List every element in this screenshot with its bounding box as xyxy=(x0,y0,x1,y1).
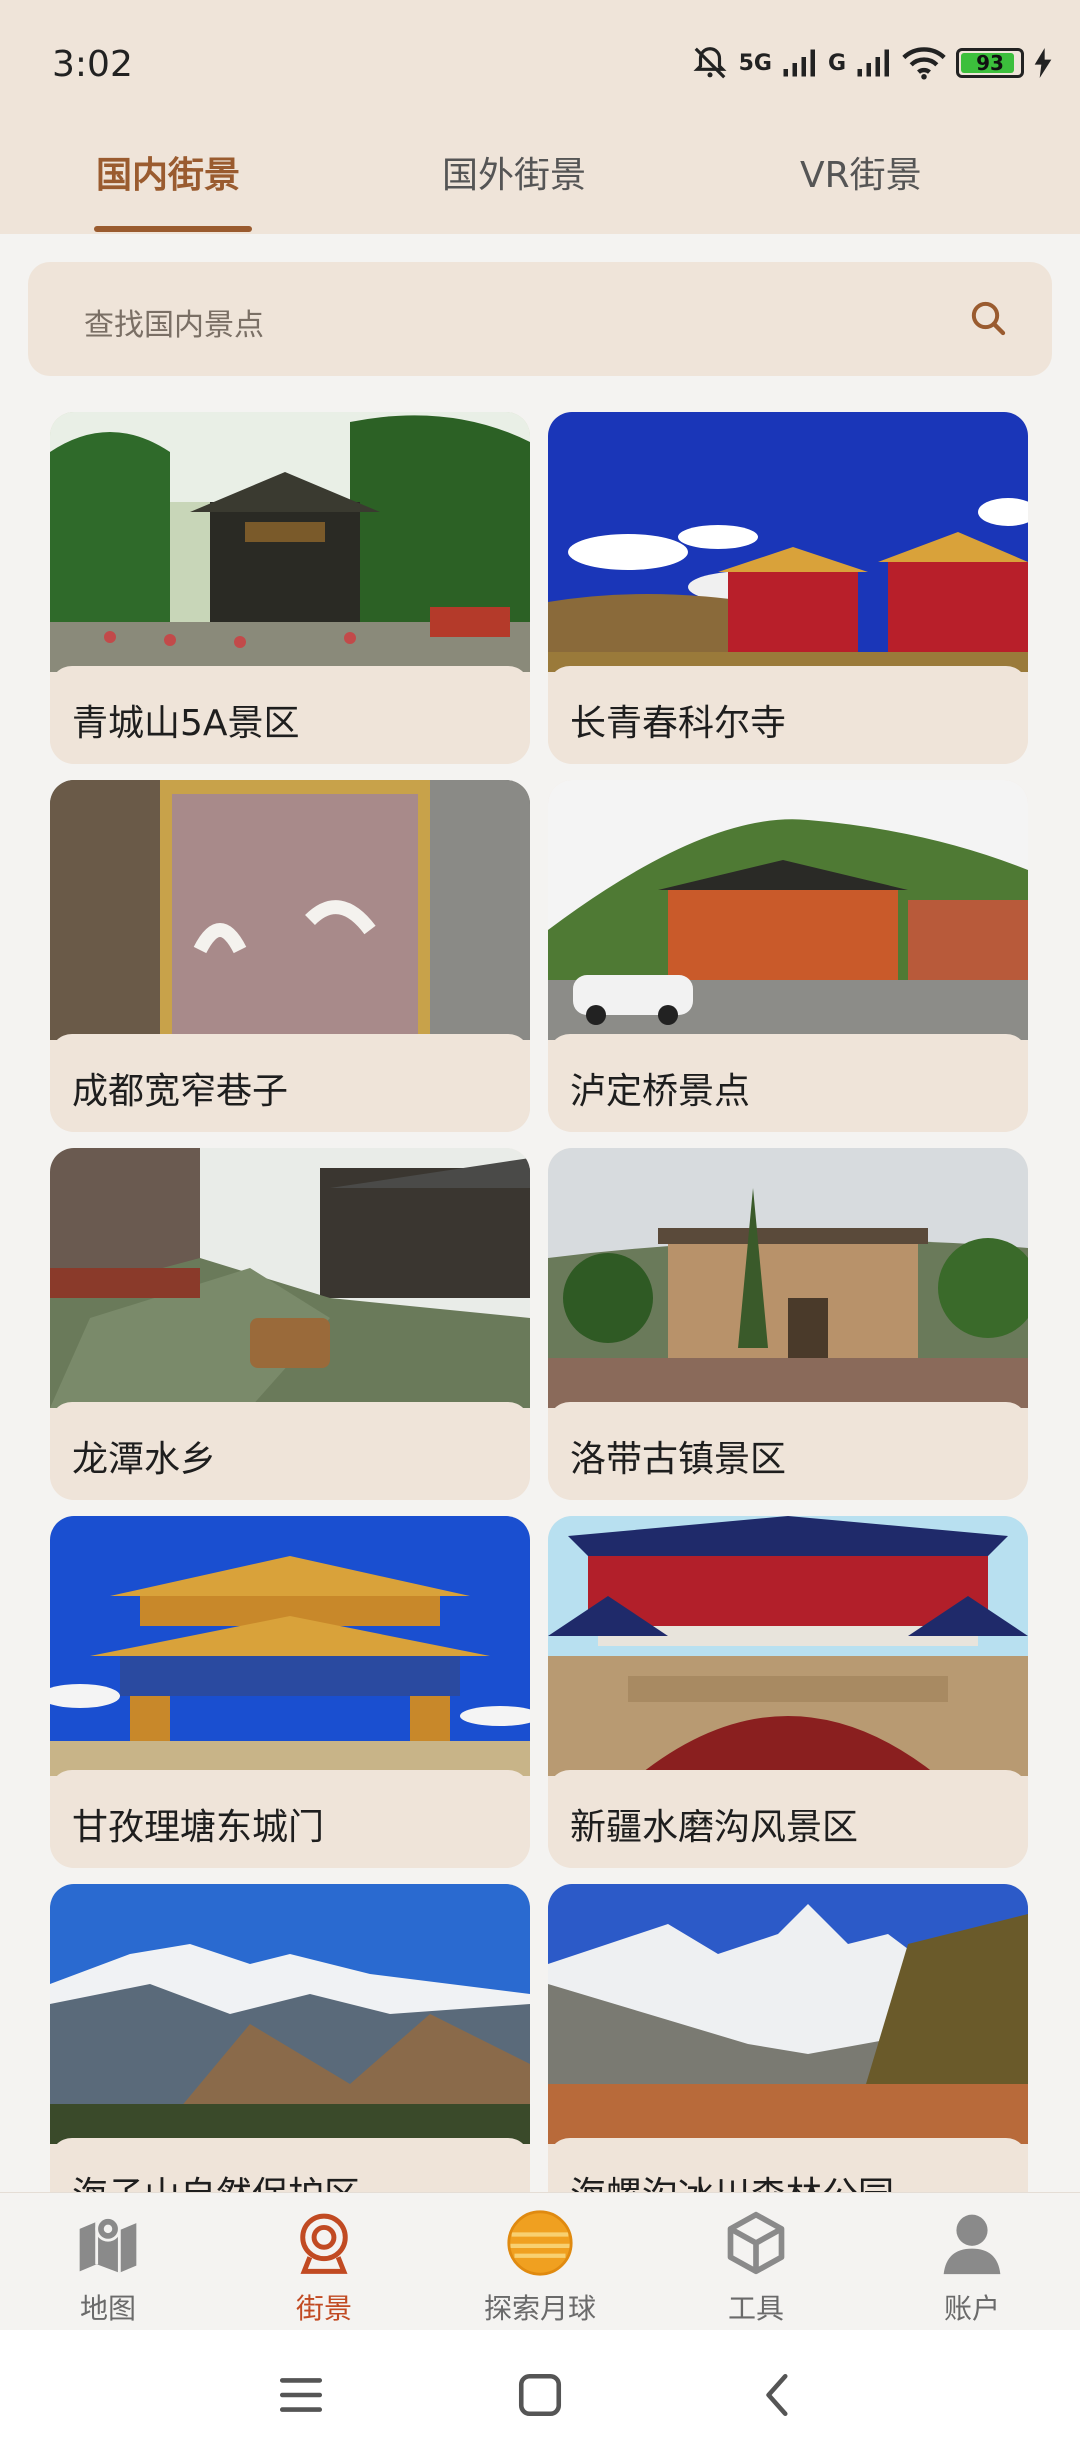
map-icon xyxy=(79,2216,137,2273)
tab-bar: 国内街景 国外街景 VR街景 xyxy=(0,128,1080,234)
scenic-photo xyxy=(548,1148,1028,1408)
scenic-card-title: 长青春科尔寺 xyxy=(570,703,787,744)
scenic-card-label: 长青春科尔寺 xyxy=(548,666,1028,764)
tab-vr[interactable]: VR街景 xyxy=(800,146,922,198)
scenic-card-label: 甘孜理塘东城门 xyxy=(50,1770,530,1868)
scenic-card-title: 龙潭水乡 xyxy=(72,1439,217,1480)
scenic-photo xyxy=(548,1516,1028,1776)
scenic-card-label: 海子山自然保护区 xyxy=(50,2138,530,2192)
back-icon[interactable] xyxy=(754,2370,804,2420)
top-bar: 3:02 5G G 93 国内街景 国外街景 VR街景 xyxy=(0,0,1080,234)
nav-moon[interactable]: 探索月球 xyxy=(432,2193,648,2331)
scenic-photo xyxy=(548,1884,1028,2144)
nav-account[interactable]: 账户 xyxy=(864,2193,1080,2331)
nav-map[interactable]: 地图 xyxy=(0,2193,216,2331)
nav-streetview[interactable]: 街景 xyxy=(216,2193,432,2331)
user-icon xyxy=(943,2214,1001,2275)
signal-bars-icon xyxy=(783,49,815,77)
scenic-card[interactable]: 洛带古镇景区 xyxy=(548,1148,1028,1500)
battery-icon: 93 xyxy=(956,48,1024,78)
tab-foreign[interactable]: 国外街景 xyxy=(442,146,586,198)
nav-streetview-label: 街景 xyxy=(295,2292,352,2325)
search-bar[interactable]: 查找国内景点 xyxy=(28,262,1052,376)
signal-g-label: G xyxy=(827,50,846,76)
nav-tools[interactable]: 工具 xyxy=(648,2193,864,2331)
battery-level: 93 xyxy=(976,51,1004,75)
scenic-card-title: 青城山5A景区 xyxy=(72,703,300,744)
mute-bell-icon xyxy=(693,47,727,79)
scenic-photo xyxy=(50,780,530,1040)
scenic-card[interactable]: 新疆水磨沟风景区 xyxy=(548,1516,1028,1868)
scenic-card-label: 龙潭水乡 xyxy=(50,1402,530,1500)
status-icons: 5G G 93 xyxy=(691,44,1052,82)
charging-bolt-icon xyxy=(1034,48,1052,78)
cube-icon xyxy=(727,2211,785,2275)
scenic-card-title: 泸定桥景点 xyxy=(570,1071,751,1112)
status-bar: 3:02 5G G 93 xyxy=(0,0,1080,120)
nav-tools-label: 工具 xyxy=(727,2292,784,2325)
search-input[interactable]: 查找国内景点 xyxy=(84,300,264,344)
moon-icon xyxy=(507,2210,573,2276)
tab-domestic[interactable]: 国内街景 xyxy=(96,146,240,198)
scenic-photo xyxy=(50,412,530,672)
scenic-photo xyxy=(548,412,1028,672)
scenic-photo xyxy=(50,1884,530,2144)
status-time: 3:02 xyxy=(52,44,133,85)
scenic-card-title: 海子山自然保护区 xyxy=(72,2166,360,2192)
scenic-card-label: 青城山5A景区 xyxy=(50,666,530,764)
scenic-card-label: 海螺沟冰川森林公园 xyxy=(548,2138,1028,2192)
scenic-grid: 青城山5A景区 长青春科尔寺 成都宽窄巷子 泸定桥景点 龙潭水乡 洛带古镇景区 … xyxy=(0,404,1080,2192)
scenic-card-label: 成都宽窄巷子 xyxy=(50,1034,530,1132)
system-nav-bar xyxy=(0,2330,1080,2460)
scenic-card[interactable]: 海螺沟冰川森林公园 xyxy=(548,1884,1028,2192)
scenic-photo xyxy=(50,1516,530,1776)
scenic-card[interactable]: 长青春科尔寺 xyxy=(548,412,1028,764)
scenic-card[interactable]: 泸定桥景点 xyxy=(548,780,1028,1132)
search-icon[interactable] xyxy=(968,298,1008,338)
scenic-card-label: 洛带古镇景区 xyxy=(548,1402,1028,1500)
bottom-nav: 地图 街景 探索月球 工具 账户 xyxy=(0,2192,1080,2331)
scenic-card-label: 新疆水磨沟风景区 xyxy=(548,1770,1028,1868)
signal-bars-icon xyxy=(857,49,889,77)
scenic-card-title: 洛带古镇景区 xyxy=(570,1439,787,1480)
scenic-card[interactable]: 海子山自然保护区 xyxy=(50,1884,530,2192)
scenic-photo xyxy=(50,1148,530,1408)
scenic-card-title: 成都宽窄巷子 xyxy=(72,1071,289,1112)
nav-moon-label: 探索月球 xyxy=(483,2292,596,2325)
home-icon[interactable] xyxy=(515,2370,565,2420)
nav-account-label: 账户 xyxy=(943,2292,1000,2325)
scenic-card[interactable]: 成都宽窄巷子 xyxy=(50,780,530,1132)
scenic-card[interactable]: 龙潭水乡 xyxy=(50,1148,530,1500)
menu-icon[interactable] xyxy=(276,2370,326,2420)
wifi-icon xyxy=(902,47,946,80)
signal-5g-label: 5G xyxy=(738,50,772,76)
scenic-card[interactable]: 甘孜理塘东城门 xyxy=(50,1516,530,1868)
scenic-card-title: 海螺沟冰川森林公园 xyxy=(570,2166,894,2192)
scenic-card-title: 甘孜理塘东城门 xyxy=(72,1807,325,1848)
scenic-card-title: 新疆水磨沟风景区 xyxy=(570,1807,859,1848)
scenic-card-label: 泸定桥景点 xyxy=(548,1034,1028,1132)
streetview-camera-icon xyxy=(300,2213,348,2274)
scenic-card[interactable]: 青城山5A景区 xyxy=(50,412,530,764)
scenic-photo xyxy=(548,780,1028,1040)
tab-active-indicator xyxy=(94,226,252,232)
nav-map-label: 地图 xyxy=(79,2292,136,2325)
